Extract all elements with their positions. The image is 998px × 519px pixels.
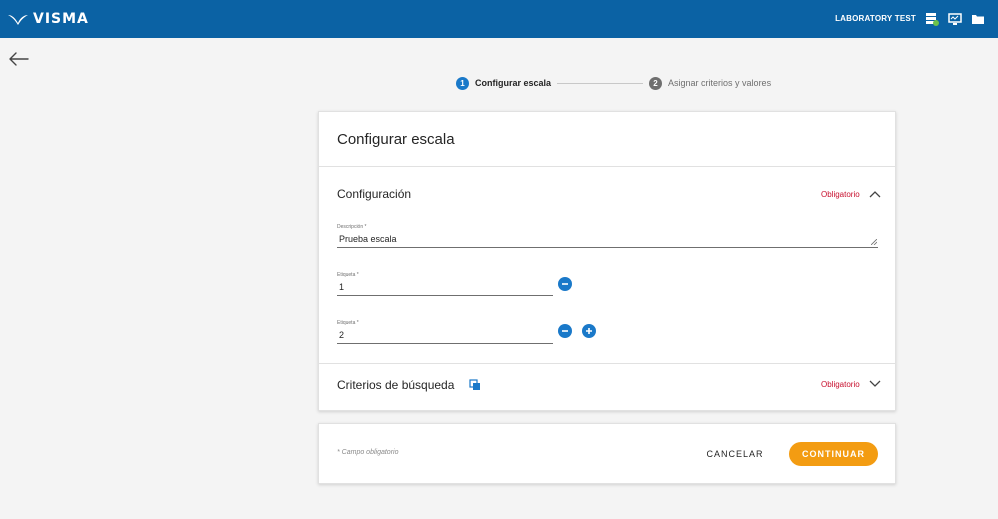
section-configuracion-title[interactable]: Configuración [337, 187, 411, 201]
step-connector [557, 82, 644, 84]
continue-button[interactable]: CONTINUAR [789, 442, 878, 466]
label-field-2-label: Etiqueta * [337, 320, 359, 326]
chevron-down-icon[interactable] [869, 380, 881, 388]
remove-label-2-button[interactable] [558, 324, 572, 338]
folder-icon[interactable] [970, 11, 986, 27]
label-field-2: Etiqueta * [337, 320, 553, 344]
minus-icon [562, 330, 568, 332]
config-card: Configurar escala Configuración Obligato… [318, 111, 896, 411]
required-footnote: * Campo obligatorio [337, 449, 399, 456]
step-1-label[interactable]: Configurar escala [475, 78, 551, 88]
stepper: 1 Configurar escala 2 Asignar criterios … [456, 76, 771, 90]
divider [319, 166, 895, 167]
step-2-number[interactable]: 2 [649, 76, 663, 90]
logo-text: VISMA [33, 11, 89, 27]
top-bar: VISMA LABORATORY TEST [0, 0, 998, 38]
database-settings-icon[interactable] [924, 11, 940, 27]
label-input-2[interactable] [337, 328, 553, 344]
required-label: Obligatorio [821, 380, 860, 389]
user-label[interactable]: LABORATORY TEST [835, 14, 916, 23]
section-criterios-title[interactable]: Criterios de búsqueda [337, 378, 454, 392]
back-arrow-icon[interactable] [8, 50, 30, 68]
footer-card: * Campo obligatorio CANCELAR CONTINUAR [318, 423, 896, 484]
label-input-1[interactable] [337, 280, 553, 296]
label-field-1-label: Etiqueta * [337, 272, 359, 278]
remove-label-1-button[interactable] [558, 277, 572, 291]
add-label-button[interactable] [582, 324, 596, 338]
description-input[interactable] [337, 232, 878, 248]
plus-icon [586, 328, 592, 334]
step-2-label[interactable]: Asignar criterios y valores [668, 78, 771, 88]
step-1-number[interactable]: 1 [456, 76, 469, 90]
cancel-button[interactable]: CANCELAR [699, 443, 771, 465]
divider [319, 363, 895, 364]
card-title: Configurar escala [337, 131, 455, 148]
required-label: Obligatorio [821, 190, 860, 199]
chevron-up-icon[interactable] [869, 190, 881, 198]
description-label: Descripción * [337, 224, 367, 230]
visma-logo[interactable]: VISMA [7, 11, 89, 27]
minus-icon [562, 283, 568, 285]
resize-handle-icon[interactable] [871, 239, 877, 245]
copy-icon[interactable] [469, 379, 481, 391]
monitor-icon[interactable] [947, 11, 963, 27]
description-field: Descripción * [337, 224, 878, 248]
visma-logo-icon [8, 15, 28, 25]
label-field-1: Etiqueta * [337, 272, 553, 296]
